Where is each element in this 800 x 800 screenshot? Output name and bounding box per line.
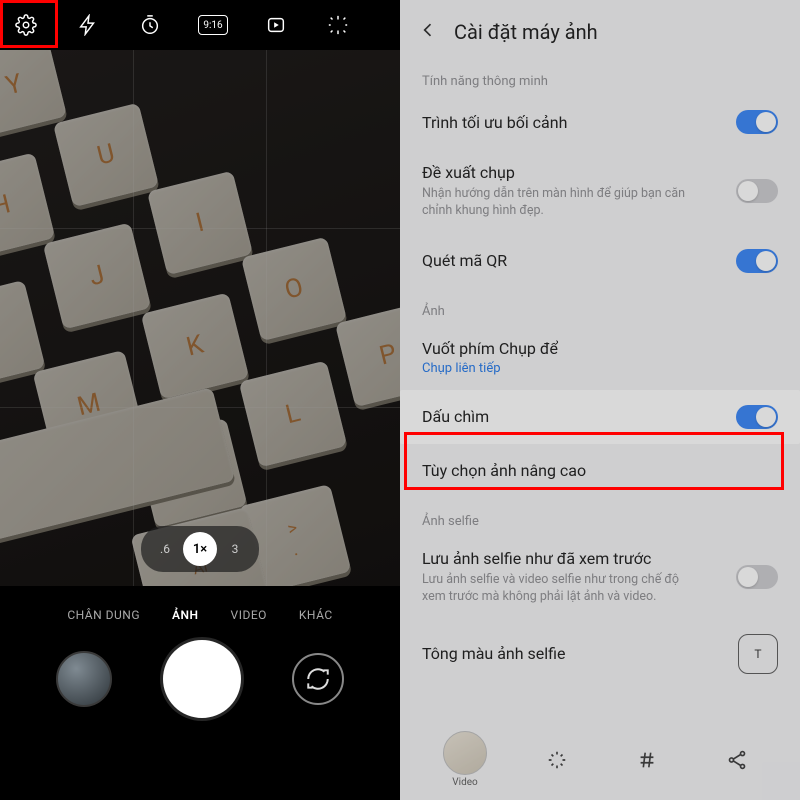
- switch-camera-button[interactable]: [292, 653, 344, 705]
- mode-video[interactable]: VIDEO: [231, 608, 267, 622]
- camera-controls: [0, 630, 400, 748]
- toggle-selfie-preview[interactable]: [736, 565, 778, 589]
- toggle-watermark[interactable]: [736, 405, 778, 429]
- section-smart: Tính năng thông minh: [400, 58, 800, 95]
- toggle-scene[interactable]: [736, 110, 778, 134]
- row-advanced-photo[interactable]: Tùy chọn ảnh nâng cao: [400, 444, 800, 498]
- mode-photo[interactable]: ẢNH: [172, 608, 199, 622]
- gear-icon[interactable]: [12, 11, 40, 39]
- toggle-qr[interactable]: [736, 249, 778, 273]
- gallery-thumbnail[interactable]: [56, 651, 112, 707]
- row-watermark[interactable]: Dấu chìm: [400, 390, 800, 444]
- mode-more[interactable]: KHÁC: [299, 608, 333, 622]
- timer-icon[interactable]: [136, 11, 164, 39]
- row-swipe-shutter[interactable]: Vuốt phím Chụp để Chụp liên tiếp: [400, 325, 800, 390]
- row-scene-optimizer[interactable]: Trình tối ưu bối cảnh: [400, 95, 800, 149]
- attachment-label: Video: [452, 777, 477, 788]
- magic-edit-icon[interactable]: [537, 740, 577, 780]
- filters-icon[interactable]: [324, 11, 352, 39]
- row-selfie-tone[interactable]: Tông màu ảnh selfie T: [400, 620, 800, 734]
- toggle-suggestions[interactable]: [736, 179, 778, 203]
- share-toolbar: Video: [400, 731, 800, 788]
- ratio-label: 9:16: [203, 20, 222, 31]
- row-shot-suggestions[interactable]: Đề xuất chụp Nhận hướng dẫn trên màn hìn…: [400, 149, 800, 234]
- settings-header: Cài đặt máy ảnh: [400, 0, 800, 58]
- back-icon[interactable]: [418, 20, 438, 44]
- zoom-opt-wide[interactable]: .6: [151, 542, 179, 556]
- camera-app: 9:16 Y U I O P H J K L N M <, >. Al .6 1…: [0, 0, 400, 800]
- camera-settings: Cài đặt máy ảnh Tính năng thông minh Trì…: [400, 0, 800, 800]
- camera-topbar: 9:16: [0, 0, 400, 50]
- section-selfie: Ảnh selfie: [400, 498, 800, 535]
- section-photo: Ảnh: [400, 288, 800, 325]
- mode-strip[interactable]: CHÂN DUNG ẢNH VIDEO KHÁC: [0, 586, 400, 630]
- zoom-bar[interactable]: .6 1× 3: [141, 526, 259, 572]
- motion-icon[interactable]: [262, 11, 290, 39]
- hashtag-icon[interactable]: [627, 740, 667, 780]
- viewfinder[interactable]: Y U I O P H J K L N M <, >. Al .6 1× 3: [0, 50, 400, 586]
- share-icon[interactable]: [717, 740, 757, 780]
- ratio-icon[interactable]: 9:16: [198, 15, 228, 35]
- flash-icon[interactable]: [74, 11, 102, 39]
- shutter-button[interactable]: [163, 640, 241, 718]
- scan-text-icon[interactable]: T: [738, 634, 778, 674]
- zoom-opt-1x[interactable]: 1×: [183, 532, 217, 566]
- row-scan-qr[interactable]: Quét mã QR: [400, 234, 800, 288]
- zoom-opt-3x[interactable]: 3: [221, 542, 249, 556]
- settings-title: Cài đặt máy ảnh: [454, 20, 598, 44]
- mode-portrait[interactable]: CHÂN DUNG: [67, 608, 140, 622]
- row-save-selfie-preview[interactable]: Lưu ảnh selfie như đã xem trước Lưu ảnh …: [400, 535, 800, 620]
- attachment-thumb[interactable]: [443, 731, 487, 775]
